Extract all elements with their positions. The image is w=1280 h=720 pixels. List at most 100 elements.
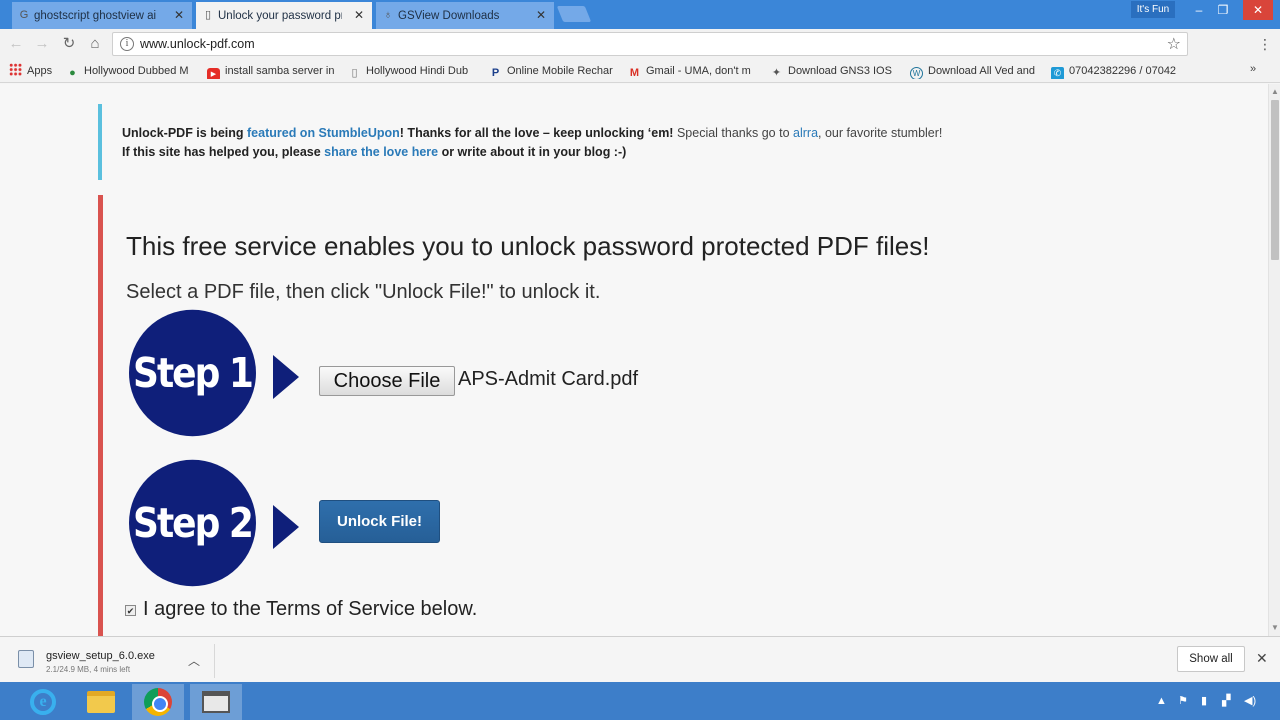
bookmark-item[interactable]: ✆ 07042382296 / 07042 <box>1051 63 1181 79</box>
tab-title: Unlock your password pr <box>218 9 342 22</box>
google-g-icon: G <box>19 9 29 21</box>
bookmark-item[interactable]: ▶ install samba server in <box>207 63 337 79</box>
home-icon[interactable]: ⌂ <box>86 35 104 53</box>
new-tab-button[interactable] <box>556 6 592 22</box>
notice-text: Unlock-PDF is being <box>122 126 248 140</box>
tab-gsview[interactable]: ♁ GSView Downloads ✕ <box>376 2 554 29</box>
notice-text: Special thanks go to <box>673 126 794 140</box>
bookmark-label: Online Mobile Rechar <box>507 65 613 77</box>
taskbar-window[interactable] <box>190 684 242 720</box>
share-love-link[interactable]: share the love here <box>324 145 438 159</box>
tab-ghostscript[interactable]: G ghostscript ghostview ai ✕ <box>12 2 192 29</box>
bookmark-item[interactable]: M Gmail - UMA, don't m <box>628 63 758 79</box>
gmail-icon: M <box>629 67 640 79</box>
volume-icon[interactable]: ◀) <box>1244 694 1256 708</box>
notice-text: If this site has helped you, please <box>122 145 325 159</box>
selected-file-name: APS-Admit Card.pdf <box>458 368 639 390</box>
taskbar-chrome[interactable] <box>132 684 184 720</box>
close-icon[interactable]: ✕ <box>354 8 364 22</box>
bookmarks-bar: Apps ● Hollywood Dubbed M ▶ install samba … <box>0 59 1280 83</box>
bookmark-item[interactable]: ● Hollywood Dubbed M <box>66 63 196 79</box>
taskbar-ie[interactable]: e <box>17 684 69 720</box>
network-icon[interactable]: ▞ <box>1222 694 1230 708</box>
browser-toolbar: ← → ↻ ⌂ i www.unlock-pdf.com ☆ G ▶ ⋮ <box>0 29 1280 81</box>
bookmark-star-icon[interactable]: ☆ <box>1167 34 1181 54</box>
bookmark-item[interactable]: ✦ Download GNS3 IOS <box>770 63 898 79</box>
forward-icon[interactable]: → <box>33 35 51 53</box>
download-item[interactable]: gsview_setup_6.0.exe 2.1/24.9 MB, 4 mins… <box>10 644 215 678</box>
green-leaf-icon: ● <box>69 67 76 79</box>
bookmark-item[interactable]: W Download All Ved and <box>910 63 1040 79</box>
close-icon[interactable]: ✕ <box>536 8 546 22</box>
bookmark-label: Hollywood Hindi Dub <box>366 65 469 77</box>
show-all-button[interactable]: Show all <box>1177 646 1245 672</box>
unlock-panel: This free service enables you to unlock … <box>98 195 1098 636</box>
chrome-icon <box>144 688 172 716</box>
tray-expand-icon[interactable]: ▲ <box>1156 694 1167 708</box>
stumbleupon-link[interactable]: featured on StumbleUpon <box>247 126 400 140</box>
step-1-badge: Step 1 <box>129 309 256 437</box>
choose-file-button[interactable]: Choose File <box>319 366 455 396</box>
step-1-arrow-icon <box>273 355 299 399</box>
reload-icon[interactable]: ↻ <box>60 35 78 53</box>
stumbleupon-notice: Unlock-PDF is being featured on StumbleU… <box>98 104 1058 180</box>
wordpress-icon: W <box>910 67 923 79</box>
unlock-file-button[interactable]: Unlock File! <box>319 500 440 543</box>
bookmark-label: Gmail - UMA, don't m <box>646 65 751 77</box>
restore-icon[interactable]: ❐ <box>1208 0 1238 20</box>
taskbar-explorer[interactable] <box>75 684 127 720</box>
paytm-icon: P <box>491 67 500 79</box>
bookmark-item[interactable]: P Online Mobile Rechar <box>489 63 617 79</box>
youtube-icon: ▶ <box>207 68 220 79</box>
bookmark-item[interactable]: ▯ Hollywood Hindi Dub <box>348 63 478 79</box>
close-shelf-icon[interactable]: ✕ <box>1256 650 1268 667</box>
notice-text: ! Thanks for all the love – keep unlocki… <box>399 126 674 140</box>
address-bar[interactable]: i www.unlock-pdf.com ☆ <box>112 32 1188 56</box>
agree-checkbox[interactable]: ✔ <box>125 605 136 616</box>
flag-icon[interactable]: ⚑ <box>1178 694 1188 708</box>
menu-icon[interactable]: ⋮ <box>1258 35 1272 53</box>
step-2-badge: Step 2 <box>129 459 256 587</box>
bookmark-apps[interactable]: Apps <box>9 63 52 79</box>
tab-title: GSView Downloads <box>398 9 500 22</box>
installer-file-icon <box>18 650 34 668</box>
scroll-thumb[interactable] <box>1271 100 1279 260</box>
app-window-icon <box>202 691 230 713</box>
notice-line-1: Unlock-PDF is being featured on StumbleU… <box>122 124 1058 143</box>
page-subline: Select a PDF file, then click "Unlock Fi… <box>126 281 601 303</box>
gns3-icon: ✦ <box>771 67 782 79</box>
download-file-name: gsview_setup_6.0.exe <box>46 650 155 662</box>
apps-grid-icon <box>9 63 22 76</box>
alrra-link[interactable]: alrra <box>793 126 818 140</box>
close-icon[interactable]: ✕ <box>174 8 184 22</box>
notice-line-2: If this site has helped you, please shar… <box>122 143 1058 162</box>
download-status: 2.1/24.9 MB, 4 mins left <box>46 665 131 674</box>
windows-taskbar: e ▲ ⚑ ▮ ▞ ◀) <box>0 682 1280 720</box>
page-icon: ▯ <box>204 9 212 21</box>
info-icon[interactable]: i <box>120 37 134 51</box>
page-scrollbar[interactable]: ▲ ▼ <box>1268 84 1280 636</box>
battery-icon[interactable]: ▮ <box>1201 694 1207 708</box>
tab-unlock-pdf[interactable]: ▯ Unlock your password pr ✕ <box>196 2 372 29</box>
bookmark-label: Download GNS3 IOS <box>788 65 892 77</box>
bookmark-label: install samba server in <box>225 65 335 77</box>
bookmark-label: Download All Ved and <box>928 65 1036 77</box>
scroll-down-icon[interactable]: ▼ <box>1269 622 1280 634</box>
chevron-up-icon[interactable]: ︿ <box>188 652 200 669</box>
back-icon[interactable]: ← <box>7 35 25 53</box>
internet-explorer-icon: e <box>30 689 56 715</box>
step-2-arrow-icon <box>273 505 299 549</box>
agree-label: I agree to the Terms of Service below. <box>143 598 478 620</box>
bookmark-label: Hollywood Dubbed M <box>84 65 189 77</box>
page-icon: ▯ <box>351 67 358 79</box>
terms-agreement: ✔ I agree to the Terms of Service below. <box>125 598 477 621</box>
page-content: Unlock-PDF is being featured on StumbleU… <box>0 84 1268 636</box>
chevron-more-icon[interactable]: » <box>1250 63 1256 75</box>
phone-icon: ✆ <box>1051 67 1064 79</box>
scroll-up-icon[interactable]: ▲ <box>1269 86 1280 98</box>
bookmark-label: 07042382296 / 07042 <box>1069 65 1177 77</box>
profile-badge[interactable]: It's Fun <box>1131 1 1175 18</box>
bookmark-label: Apps <box>27 65 53 77</box>
close-window-icon[interactable]: ✕ <box>1243 0 1273 20</box>
notice-text: , our favorite stumbler! <box>818 126 943 140</box>
